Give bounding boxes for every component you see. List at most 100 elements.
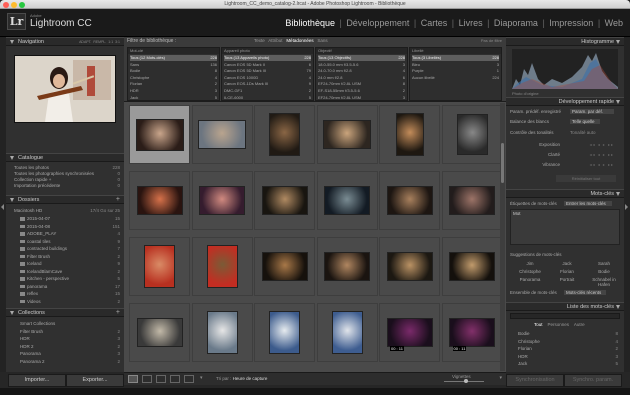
- catalog-item[interactable]: Toutes les photographies synchronisées 0: [14, 171, 120, 176]
- grid-cell[interactable]: [316, 303, 378, 362]
- filter-row[interactable]: ILCE-6000 5: [224, 95, 311, 101]
- keyword-tags-field[interactable]: Mot: [510, 209, 620, 245]
- folder-item[interactable]: 2015-04-08 151: [20, 224, 120, 229]
- grid-cell[interactable]: 00 : 11: [379, 303, 440, 362]
- photo-thumbnail[interactable]: [395, 113, 424, 156]
- catalog-item[interactable]: Collection rapide + 0: [14, 177, 120, 182]
- grid-cell[interactable]: [379, 171, 440, 230]
- filter-row[interactable]: 18.0-55.0 mm f/3.5-5.6 3: [318, 62, 405, 68]
- folder-item[interactable]: ADOBE_PLAY 4: [20, 231, 120, 236]
- catalog-header[interactable]: Catalogue: [6, 153, 124, 162]
- grid-scrollbar[interactable]: [500, 103, 505, 371]
- photo-thumbnail[interactable]: [324, 252, 370, 281]
- grid-cell[interactable]: [191, 171, 253, 230]
- grid-cell[interactable]: [191, 303, 253, 362]
- folder-item[interactable]: coastal tiles 9: [20, 239, 120, 244]
- filter-column-header[interactable]: Libellé: [410, 48, 501, 54]
- filter-row[interactable]: Jack 5: [130, 95, 217, 101]
- filter-row[interactable]: Canon EOS 5D Mark III 79: [224, 68, 311, 74]
- keyword-suggestion[interactable]: Jim: [512, 261, 548, 266]
- sync-settings-button[interactable]: Synchro. param.: [564, 374, 622, 387]
- photo-thumbnail[interactable]: [456, 114, 488, 155]
- keyword-suggestion[interactable]: Florian: [549, 269, 585, 274]
- keyword-suggestion[interactable]: Sarah: [586, 261, 622, 266]
- collection-item[interactable]: Filter Brush 2: [20, 329, 120, 334]
- add-folder-icon[interactable]: +: [116, 196, 120, 204]
- survey-view-icon[interactable]: [170, 375, 180, 383]
- catalog-item[interactable]: Importation précédente 0: [14, 183, 120, 188]
- navigator-preview[interactable]: [14, 55, 116, 123]
- keyword-tags-select[interactable]: Entrer les mots-clés: [564, 201, 612, 206]
- filter-tab-metadata[interactable]: Métadonnées: [286, 38, 313, 43]
- people-view-icon[interactable]: [184, 375, 194, 383]
- keyword-list-item[interactable]: HDR 3: [518, 354, 618, 359]
- photo-thumbnail[interactable]: [136, 186, 183, 215]
- photo-thumbnail[interactable]: [261, 186, 308, 215]
- catalog-item[interactable]: Toutes les photos 228: [14, 165, 120, 170]
- qd-slider-buttons[interactable]: ◂◂ ◂ ▸ ▸▸: [570, 142, 614, 147]
- keyword-suggestion[interactable]: Bodie: [586, 269, 622, 274]
- filter-row[interactable]: EF-S18-55mm f/3.5-5.6 2: [318, 88, 405, 94]
- filter-row[interactable]: Florian 2: [130, 81, 217, 87]
- photo-thumbnail[interactable]: [449, 252, 495, 281]
- module-develop[interactable]: Développement: [345, 18, 410, 28]
- qd-slider-buttons[interactable]: ◂◂ ◂ ▸ ▸▸: [570, 152, 614, 157]
- grid-cell[interactable]: [129, 237, 190, 296]
- volume-row[interactable]: Macintosh HD 17/4 Go sur 25: [14, 208, 120, 213]
- qd-preset-select[interactable]: Param. par déf.: [570, 109, 614, 114]
- grid-view-icon[interactable]: [128, 375, 138, 383]
- keyword-suggestion[interactable]: Schnabel in Hafen: [586, 277, 622, 287]
- loupe-view-icon[interactable]: [142, 375, 152, 383]
- filter-tab-attribute[interactable]: Attribut: [268, 38, 282, 43]
- keyword-list-item[interactable]: Christophe 4: [518, 339, 618, 344]
- filter-row[interactable]: Canon EOS 5D Mark II 6: [224, 62, 311, 68]
- module-book[interactable]: Livres: [458, 18, 484, 28]
- photo-thumbnail[interactable]: [261, 252, 308, 281]
- keyword-list-item[interactable]: Bodie 8: [518, 331, 618, 336]
- grid-cell[interactable]: [129, 105, 190, 164]
- filter-row[interactable]: Sans 136: [130, 62, 217, 68]
- zoom-fill[interactable]: REMPL.: [93, 40, 106, 44]
- thumbnail-size-handle[interactable]: [464, 379, 468, 383]
- navigator-header[interactable]: Navigation ADAPT. REMPL. 1:1 3:1: [6, 37, 124, 46]
- grid-cell[interactable]: [254, 105, 315, 164]
- filter-row[interactable]: Canon EOS-1Ds Mark III 9: [224, 81, 311, 87]
- grid-cell[interactable]: 00 : 11: [441, 303, 503, 362]
- photo-thumbnail[interactable]: [269, 311, 300, 354]
- import-button[interactable]: Importer...: [8, 374, 66, 387]
- collection-item[interactable]: Panorama 2 2: [20, 359, 120, 364]
- grid-cell[interactable]: [316, 237, 378, 296]
- sync-button[interactable]: Synchronisation: [506, 374, 564, 387]
- keyword-suggestion[interactable]: Jack: [549, 261, 585, 266]
- scrollbar-thumb[interactable]: [501, 143, 504, 183]
- filter-column-header[interactable]: Appareil photo: [222, 48, 313, 54]
- filmstrip[interactable]: [0, 388, 630, 395]
- qd-slider-buttons[interactable]: ◂◂ ◂ ▸ ▸▸: [570, 162, 614, 167]
- filter-tab-none[interactable]: Sans: [317, 38, 327, 43]
- keyword-suggestion[interactable]: Portrait: [549, 277, 585, 282]
- keyword-filter-field[interactable]: [510, 313, 620, 319]
- original-photo-label[interactable]: Photo d'origine: [512, 91, 539, 96]
- sort-control[interactable]: Tri par : Heure de capture: [216, 376, 267, 381]
- toolbar-menu-icon[interactable]: ▾: [499, 375, 502, 381]
- module-library[interactable]: Bibliothèque: [284, 18, 336, 28]
- folders-header[interactable]: Dossiers +: [6, 195, 124, 204]
- filter-row[interactable]: DMC-GF1 2: [224, 88, 311, 94]
- filter-row[interactable]: 24.0-70.0 mm f/2.8 4: [318, 68, 405, 74]
- add-collection-icon[interactable]: +: [116, 309, 120, 317]
- filter-row[interactable]: Aucun libellé 224: [412, 75, 499, 81]
- grid-cell[interactable]: [316, 171, 378, 230]
- filter-row[interactable]: EF24-70mm f/2.8L USM 3: [318, 95, 405, 101]
- module-map[interactable]: Cartes: [420, 18, 449, 28]
- photo-thumbnail[interactable]: [144, 245, 175, 288]
- grid-cell[interactable]: [129, 171, 190, 230]
- kw-tab-people[interactable]: Personnes: [548, 322, 570, 327]
- zoom-1-1[interactable]: 1:1: [108, 40, 113, 44]
- filter-row[interactable]: Purple 1: [412, 68, 499, 74]
- folder-item[interactable]: Kitchen - perspective 5: [20, 276, 120, 281]
- keyword-list-header[interactable]: Liste des mots-clés: [506, 302, 624, 311]
- folder-item[interactable]: Iceland 9: [20, 261, 120, 266]
- photo-thumbnail[interactable]: [198, 120, 246, 149]
- folder-item[interactable]: 2015-04-07 15: [20, 216, 120, 221]
- folder-item[interactable]: contracted buildings 7: [20, 246, 120, 251]
